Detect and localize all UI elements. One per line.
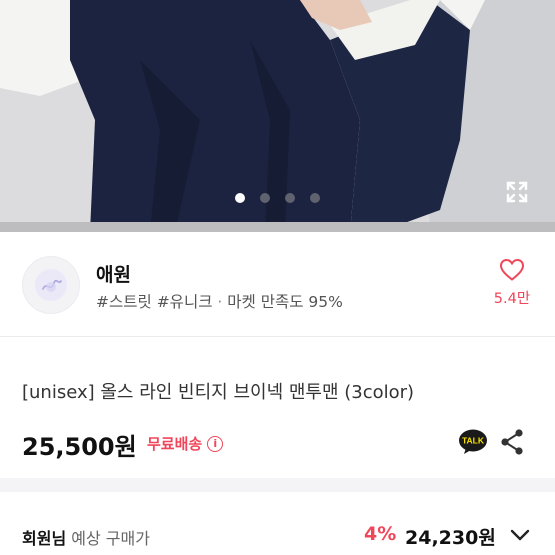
separator: · — [217, 293, 223, 311]
like-button[interactable]: 5.4만 — [492, 258, 532, 318]
carousel-dot[interactable] — [235, 193, 245, 203]
product-title: [unisex] 올스 라인 빈티지 브이넥 맨투맨 (3color) — [22, 382, 415, 403]
member-label-rest: 예상 구매가 — [66, 529, 150, 548]
heart-icon — [499, 258, 525, 281]
shop-name[interactable]: 애원 — [96, 260, 131, 287]
share-icon — [501, 429, 523, 455]
section-gap — [0, 478, 555, 492]
member-price: 24,230원 — [405, 527, 496, 549]
carousel-dot[interactable] — [260, 193, 270, 203]
member-label-bold: 회원님 — [22, 529, 67, 548]
member-discount: 4% — [364, 523, 397, 545]
shop-tags-line: #스트릿 #유니크 · 마켓 만족도 95% — [96, 290, 343, 312]
shop-logo-icon — [35, 269, 67, 301]
section-divider — [0, 336, 555, 337]
kakao-talk-button[interactable]: TALK — [458, 429, 488, 455]
product-price: 25,500원 — [22, 433, 137, 461]
like-count: 5.4만 — [493, 291, 531, 307]
member-price-row[interactable]: 회원님 예상 구매가 4% 24,230원 — [0, 492, 555, 555]
shop-avatar[interactable] — [22, 256, 80, 314]
shop-section: 애원 #스트릿 #유니크 · 마켓 만족도 95% 5.4만 — [0, 232, 555, 336]
share-button[interactable] — [499, 428, 525, 456]
expand-member-price-button[interactable] — [510, 527, 530, 545]
kakao-talk-icon: TALK — [459, 429, 487, 454]
shipping-label: 무료배송 — [147, 435, 203, 453]
market-satisfaction: 마켓 만족도 95% — [227, 293, 343, 311]
member-price-label: 회원님 예상 구매가 — [22, 525, 150, 549]
carousel-dot[interactable] — [310, 193, 320, 203]
product-photo[interactable] — [0, 0, 555, 232]
free-shipping-badge[interactable]: 무료배송 i — [147, 433, 224, 454]
info-icon[interactable]: i — [207, 435, 224, 452]
chevron-down-icon — [510, 529, 530, 541]
shop-tags: #스트릿 #유니크 — [96, 293, 213, 311]
carousel-dot[interactable] — [285, 193, 295, 203]
carousel-indicators — [0, 193, 555, 203]
expand-icon — [506, 181, 528, 203]
talk-label: TALK — [462, 436, 485, 446]
expand-button[interactable] — [503, 178, 531, 206]
